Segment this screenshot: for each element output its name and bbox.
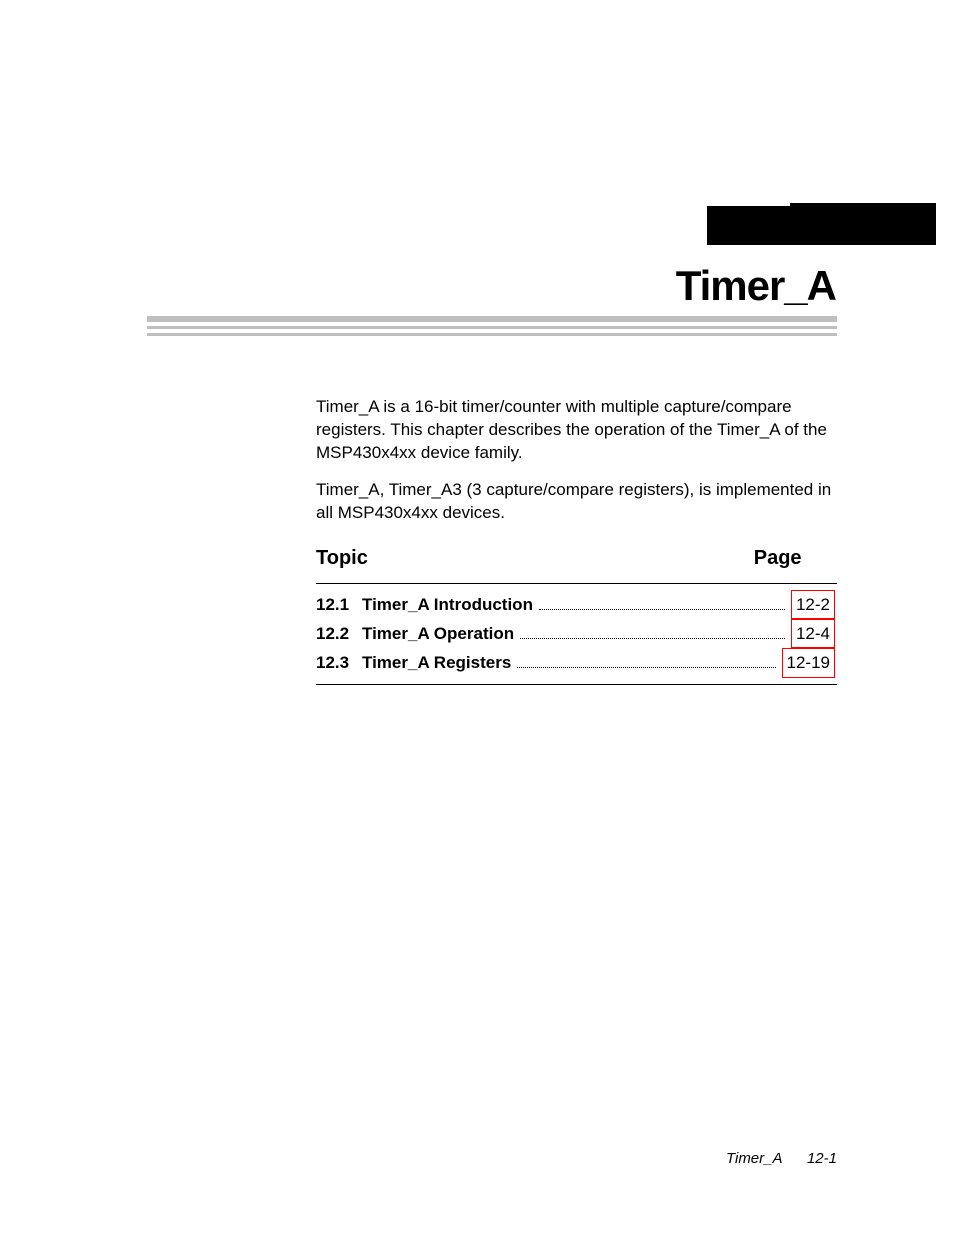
toc-title: Timer_A Operation: [362, 620, 514, 647]
topic-heading: Topic Page: [316, 547, 802, 570]
toc-row: 12.2 Timer_A Operation 12-4: [316, 619, 837, 648]
toc-leader: [520, 626, 785, 640]
toc-page-link[interactable]: 12-19: [782, 648, 835, 677]
chapter-label: Chapter 12: [560, 180, 790, 206]
intro-paragraph-1: Timer_A is a 16-bit timer/counter with m…: [316, 396, 837, 465]
toc-row: 12.1 Timer_A Introduction 12-2: [316, 590, 837, 619]
intro-text: Timer_A is a 16-bit timer/counter with m…: [316, 396, 837, 539]
toc-number: 12.3: [316, 649, 362, 676]
chapter-title: Timer_A: [676, 262, 836, 310]
footer-page-number: 12-1: [807, 1150, 837, 1167]
toc-page-link[interactable]: 12-2: [791, 590, 835, 619]
toc-box: 12.1 Timer_A Introduction 12-2 12.2 Time…: [316, 583, 837, 685]
intro-paragraph-2: Timer_A, Timer_A3 (3 capture/compare reg…: [316, 479, 837, 525]
toc-title: Timer_A Registers: [362, 649, 511, 676]
chapter-tab: [707, 203, 936, 245]
page-footer: Timer_A 12-1: [147, 1150, 837, 1167]
toc-page-link[interactable]: 12-4: [791, 619, 835, 648]
title-rules: [147, 316, 837, 340]
toc-leader: [517, 655, 775, 669]
footer-label: Timer_A: [726, 1150, 782, 1167]
toc-number: 12.1: [316, 591, 362, 618]
toc-number: 12.2: [316, 620, 362, 647]
toc-leader: [539, 596, 785, 610]
toc-title: Timer_A Introduction: [362, 591, 533, 618]
toc-row: 12.3 Timer_A Registers 12-19: [316, 648, 837, 677]
